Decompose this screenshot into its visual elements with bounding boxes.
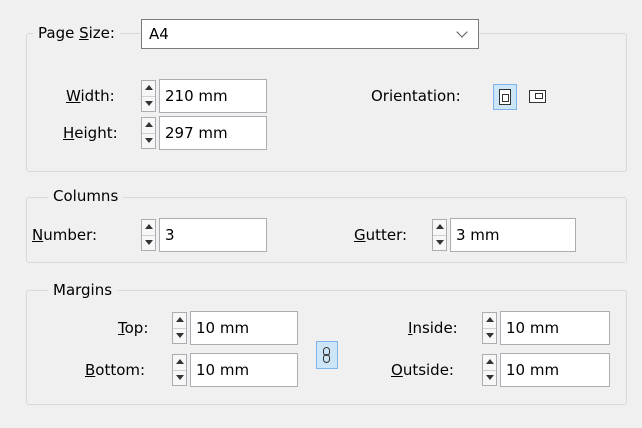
margins-legend: Margins bbox=[48, 280, 118, 300]
decrement-button[interactable] bbox=[142, 132, 155, 149]
decrement-button[interactable] bbox=[483, 369, 496, 386]
increment-button[interactable] bbox=[142, 81, 155, 96]
arrow-up-icon bbox=[145, 85, 153, 90]
arrow-up-icon bbox=[436, 224, 444, 229]
page-size-label: Page Size: bbox=[33, 23, 120, 43]
arrow-up-icon bbox=[486, 359, 494, 364]
top-spinner[interactable] bbox=[172, 312, 187, 344]
gutter-label: Gutter: bbox=[354, 226, 408, 244]
inside-spinner[interactable] bbox=[482, 312, 497, 344]
portrait-button[interactable] bbox=[493, 84, 517, 110]
decrement-button[interactable] bbox=[142, 95, 155, 112]
arrow-down-icon bbox=[176, 374, 184, 380]
arrow-down-icon bbox=[486, 332, 494, 338]
arrow-up-icon bbox=[145, 122, 153, 127]
increment-button[interactable] bbox=[142, 220, 155, 235]
page-size-value: A4 bbox=[149, 25, 169, 43]
increment-button[interactable] bbox=[483, 313, 496, 328]
decrement-button[interactable] bbox=[433, 234, 446, 251]
number-label: Number: bbox=[32, 226, 98, 244]
bottom-label: Bottom: bbox=[85, 361, 146, 379]
outside-value: 10 mm bbox=[506, 361, 560, 379]
arrow-down-icon bbox=[486, 374, 494, 380]
increment-button[interactable] bbox=[173, 355, 186, 370]
chevron-down-icon bbox=[456, 26, 468, 38]
width-label: Width: bbox=[66, 87, 115, 105]
inside-label: Inside: bbox=[408, 319, 458, 337]
portrait-icon bbox=[499, 89, 511, 105]
arrow-down-icon bbox=[145, 137, 153, 143]
increment-button[interactable] bbox=[433, 220, 446, 235]
decrement-button[interactable] bbox=[173, 369, 186, 386]
arrow-up-icon bbox=[486, 317, 494, 322]
outside-spinner[interactable] bbox=[482, 354, 497, 386]
bottom-spinner[interactable] bbox=[172, 354, 187, 386]
width-value: 210 mm bbox=[165, 87, 228, 105]
outside-label: Outside: bbox=[391, 361, 454, 379]
increment-button[interactable] bbox=[142, 118, 155, 133]
number-spinner[interactable] bbox=[141, 219, 156, 251]
chain-link-icon-lower bbox=[323, 354, 330, 363]
arrow-down-icon bbox=[145, 239, 153, 245]
bottom-value: 10 mm bbox=[196, 361, 250, 379]
bottom-input[interactable]: 10 mm bbox=[190, 353, 298, 387]
gutter-value: 3 mm bbox=[456, 226, 500, 244]
landscape-button[interactable] bbox=[526, 84, 550, 110]
decrement-button[interactable] bbox=[173, 327, 186, 344]
gutter-input[interactable]: 3 mm bbox=[450, 218, 576, 252]
decrement-button[interactable] bbox=[483, 327, 496, 344]
gutter-spinner[interactable] bbox=[432, 219, 447, 251]
arrow-up-icon bbox=[145, 224, 153, 229]
width-input[interactable]: 210 mm bbox=[159, 79, 267, 113]
outside-input[interactable]: 10 mm bbox=[500, 353, 610, 387]
orientation-label: Orientation: bbox=[371, 87, 461, 105]
arrow-down-icon bbox=[145, 100, 153, 106]
arrow-down-icon bbox=[436, 239, 444, 245]
height-value: 297 mm bbox=[165, 124, 228, 142]
link-margins-button[interactable] bbox=[316, 341, 338, 369]
height-input[interactable]: 297 mm bbox=[159, 116, 267, 150]
height-label: Height: bbox=[63, 124, 118, 142]
top-label: Top: bbox=[118, 319, 149, 337]
decrement-button[interactable] bbox=[142, 234, 155, 251]
top-value: 10 mm bbox=[196, 319, 250, 337]
arrow-down-icon bbox=[176, 332, 184, 338]
landscape-icon bbox=[529, 90, 546, 103]
increment-button[interactable] bbox=[173, 313, 186, 328]
arrow-up-icon bbox=[176, 359, 184, 364]
width-spinner[interactable] bbox=[141, 80, 156, 112]
columns-legend: Columns bbox=[48, 186, 124, 206]
arrow-up-icon bbox=[176, 317, 184, 322]
top-input[interactable]: 10 mm bbox=[190, 311, 298, 345]
height-spinner[interactable] bbox=[141, 117, 156, 149]
inside-input[interactable]: 10 mm bbox=[500, 311, 610, 345]
increment-button[interactable] bbox=[483, 355, 496, 370]
number-value: 3 bbox=[165, 226, 175, 244]
page-size-select[interactable]: A4 bbox=[141, 19, 479, 49]
number-input[interactable]: 3 bbox=[159, 218, 267, 252]
inside-value: 10 mm bbox=[506, 319, 560, 337]
